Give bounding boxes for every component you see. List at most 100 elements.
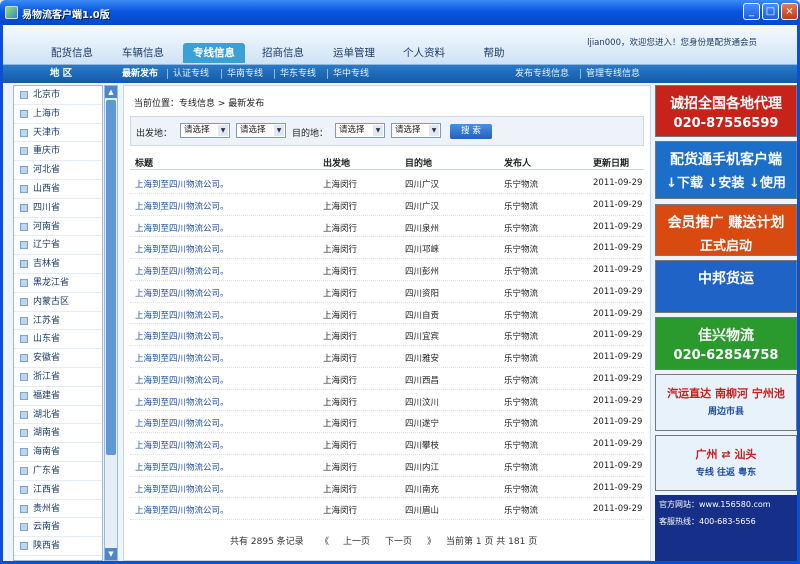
content-panel: 当前位置：专线信息 > 最新发布 出发地： 请选择 ▼ 请选择 ▼ 目的地： 请选择…	[123, 85, 651, 561]
row-title-link[interactable]: 上海到至四川物流公司。	[135, 417, 229, 429]
row-title-link[interactable]: 上海到至四川物流公司。	[135, 396, 229, 408]
sub-navigation: 地 区 最新发布 认证专线 华南专线 华东专线 华中专线 发布专线信息 管理专线…	[3, 65, 797, 83]
subnav-south[interactable]: 华南专线	[227, 65, 263, 83]
region-bullet-icon	[20, 128, 28, 137]
ad-banner[interactable]: 汽运直达 南柳河 宁州池 周边市县	[655, 374, 797, 431]
row-publisher: 乐宁物流	[504, 354, 539, 364]
row-title-link[interactable]: 上海到至四川物流公司。	[135, 287, 229, 299]
region-item[interactable]: 云南省	[14, 518, 102, 538]
search-button[interactable]: 搜 索	[450, 124, 492, 139]
row-publisher: 乐宁物流	[504, 506, 539, 517]
subnav-east[interactable]: 华东专线	[280, 65, 316, 83]
region-item[interactable]: 内蒙古区	[14, 293, 102, 312]
row-title-link[interactable]: 上海到至四川物流公司。	[135, 178, 229, 190]
from-province-select[interactable]: 请选择 ▼	[180, 123, 230, 138]
window-title: 易物流客户端1.0版	[22, 10, 110, 21]
ad-banner[interactable]: 广州 ⇄ 汕头 专线 往返 粤东	[655, 435, 797, 491]
region-item[interactable]: 辽宁省	[14, 236, 102, 256]
region-item[interactable]: 河南省	[14, 218, 102, 237]
row-title-link[interactable]: 上海到至四川物流公司。	[135, 330, 229, 342]
menu-help[interactable]: 帮助	[463, 43, 525, 63]
row-title-link[interactable]: 上海到至四川物流公司。	[135, 352, 229, 364]
subnav-latest[interactable]: 最新发布	[122, 65, 158, 83]
menu-profile[interactable]: 个人资料	[393, 43, 455, 63]
menu-vehicle-info[interactable]: 车辆信息	[112, 43, 174, 63]
region-item[interactable]: 福建省	[14, 387, 102, 406]
ad-banner[interactable]: 配货通手机客户端 ↓下载 ↓安装 ↓使用	[655, 141, 797, 199]
row-publisher: 乐宁物流	[504, 332, 539, 343]
row-from: 上海闵行	[323, 180, 358, 190]
region-item[interactable]: 黑龙江省	[14, 274, 102, 293]
region-item[interactable]: 海南省	[14, 443, 102, 462]
row-title-link[interactable]: 上海到至四川物流公司。	[135, 200, 229, 212]
region-item[interactable]: 湖北省	[14, 406, 102, 425]
row-date: 2011-09-29	[593, 417, 643, 428]
to-province-select[interactable]: 请选择 ▼	[335, 123, 385, 138]
ad-banner[interactable]: 佳兴物流 020-62854758	[655, 317, 797, 370]
maximize-button[interactable]: □	[762, 3, 779, 20]
row-title-link[interactable]: 上海到至四川物流公司。	[135, 309, 229, 321]
region-item[interactable]: 吉林省	[14, 255, 102, 274]
region-bullet-icon	[20, 485, 28, 494]
row-title-link[interactable]: 上海到至四川物流公司。	[135, 504, 229, 516]
region-item[interactable]: 山西省	[14, 180, 102, 199]
last-page-button[interactable]: 》	[427, 534, 436, 547]
region-bullet-icon	[20, 542, 28, 551]
row-title-link[interactable]: 上海到至四川物流公司。	[135, 265, 229, 277]
row-title-link[interactable]: 上海到至四川物流公司。	[135, 461, 229, 473]
row-to: 四川广汉	[405, 180, 440, 190]
ad-banner[interactable]: 中邦货运	[655, 260, 797, 313]
row-title-link[interactable]: 上海到至四川物流公司。	[135, 483, 229, 495]
region-item[interactable]: 湖南省	[14, 424, 102, 444]
subnav-central[interactable]: 华中专线	[333, 65, 369, 83]
region-item[interactable]: 陕西省	[14, 537, 102, 556]
region-item[interactable]: 山东省	[14, 330, 102, 350]
row-to: 四川南充	[405, 484, 440, 495]
first-page-button[interactable]: 《	[320, 534, 329, 547]
menu-merchant-info[interactable]: 招商信息	[252, 43, 314, 63]
row-publisher: 乐宁物流	[504, 267, 539, 277]
region-bullet-icon	[20, 429, 28, 438]
region-scrollbar[interactable]: ▲ ▼	[104, 85, 118, 561]
region-item[interactable]: 广东省	[14, 462, 102, 481]
row-title-link[interactable]: 上海到至四川物流公司。	[135, 374, 229, 386]
row-title-link[interactable]: 上海到至四川物流公司。	[135, 439, 229, 451]
row-title-link[interactable]: 上海到至四川物流公司。	[135, 222, 229, 234]
subnav-certified[interactable]: 认证专线	[173, 65, 209, 83]
manage-line-link[interactable]: 管理专线信息	[586, 65, 640, 83]
close-button[interactable]: ×	[781, 3, 798, 20]
next-page-button[interactable]: 下一页	[385, 534, 412, 547]
region-item[interactable]: 河北省	[14, 161, 102, 180]
menu-waybill[interactable]: 运单管理	[323, 43, 385, 63]
row-publisher: 乐宁物流	[504, 180, 539, 190]
region-item[interactable]: 安徽省	[14, 349, 102, 368]
row-from: 上海闵行	[323, 223, 358, 234]
region-item[interactable]: 重庆市	[14, 142, 102, 162]
scroll-up-icon[interactable]: ▲	[105, 86, 117, 98]
region-item[interactable]: 四川省	[14, 199, 102, 218]
region-item[interactable]: 天津市	[14, 124, 102, 143]
row-title-link[interactable]: 上海到至四川物流公司。	[135, 243, 229, 255]
row-to: 四川彭州	[405, 267, 440, 277]
row-to: 四川西昌	[405, 375, 440, 386]
region-item[interactable]: 北京市	[14, 86, 102, 105]
from-city-select[interactable]: 请选择 ▼	[236, 123, 286, 138]
region-item[interactable]: 上海市	[14, 105, 102, 124]
menu-delivery-info[interactable]: 配货信息	[41, 43, 103, 63]
ad-banner[interactable]: 会员推广 赚送计划 正式启动	[655, 204, 797, 256]
prev-page-button[interactable]: 上一页	[343, 534, 370, 547]
region-item[interactable]: 江西省	[14, 481, 102, 500]
region-item[interactable]: 浙江省	[14, 368, 102, 387]
ad-banner[interactable]: 诚招全国各地代理 020-87556599	[655, 85, 797, 137]
minimize-button[interactable]: _	[743, 3, 760, 20]
publish-line-link[interactable]: 发布专线信息	[515, 65, 569, 83]
scroll-down-icon[interactable]: ▼	[105, 548, 117, 560]
official-site[interactable]: 官方网站：www.156580.com	[659, 499, 793, 510]
scroll-thumb[interactable]	[106, 100, 116, 455]
menu-line-info[interactable]: 专线信息	[183, 43, 245, 63]
region-bullet-icon	[20, 109, 28, 118]
region-item[interactable]: 贵州省	[14, 500, 102, 519]
title-bar[interactable]: 易物流客户端1.0版 _ □ ×	[0, 0, 800, 25]
region-item[interactable]: 江苏省	[14, 312, 102, 331]
to-city-select[interactable]: 请选择 ▼	[391, 123, 441, 138]
